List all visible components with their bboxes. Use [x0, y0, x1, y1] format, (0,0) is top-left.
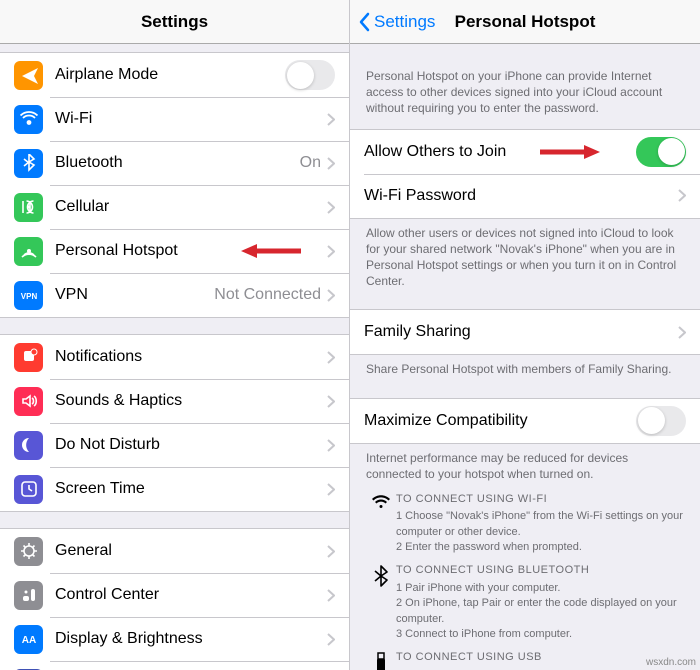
screentime-label: Screen Time: [55, 480, 327, 498]
sounds-icon: [14, 387, 43, 416]
hotspot-icon: [14, 237, 43, 266]
wifi-row[interactable]: Wi-Fi: [0, 97, 349, 141]
cellular-label: Cellular: [55, 198, 327, 216]
vpn-label: VPN: [55, 286, 214, 304]
sounds-label: Sounds & Haptics: [55, 392, 327, 410]
chevron-right-icon: [327, 589, 335, 602]
bluetooth-row[interactable]: BluetoothOn: [0, 141, 349, 185]
chevron-right-icon: [327, 395, 335, 408]
instruction-bluetooth: TO CONNECT USING BLUETOOTH 1 Pair iPhone…: [350, 557, 700, 644]
svg-text:AA: AA: [21, 635, 35, 646]
hotspot-title: Personal Hotspot: [455, 12, 596, 32]
general-label: General: [55, 542, 327, 560]
hotspot-header: Settings Personal Hotspot: [350, 0, 700, 44]
hotspot-content[interactable]: Personal Hotspot on your iPhone can prov…: [350, 44, 700, 670]
notifications-label: Notifications: [55, 348, 327, 366]
chevron-right-icon: [327, 545, 335, 558]
allow-others-label: Allow Others to Join: [364, 143, 636, 161]
intro-text: Personal Hotspot on your iPhone can prov…: [350, 62, 700, 121]
maximize-compat-row[interactable]: Maximize Compatibility: [350, 399, 700, 443]
back-label: Settings: [374, 12, 435, 32]
display-icon: AA: [14, 625, 43, 654]
settings-header: Settings: [0, 0, 349, 44]
family-note: Share Personal Hotspot with members of F…: [350, 355, 700, 381]
general-row[interactable]: General: [0, 529, 349, 573]
notifications-icon: [14, 343, 43, 372]
chevron-left-icon: [358, 12, 370, 32]
hotspot-row[interactable]: Personal Hotspot: [0, 229, 349, 273]
chevron-right-icon: [327, 245, 335, 258]
controlcenter-row[interactable]: Control Center: [0, 573, 349, 617]
wifi-icon: [366, 492, 396, 556]
settings-list[interactable]: Airplane Mode Wi-Fi BluetoothOn Cellular Per…: [0, 44, 349, 670]
chevron-right-icon: [678, 326, 686, 339]
cellular-icon: [14, 193, 43, 222]
airplane-icon: [14, 61, 43, 90]
svg-text:VPN: VPN: [20, 292, 37, 301]
screentime-row[interactable]: Screen Time: [0, 467, 349, 511]
chevron-right-icon: [327, 439, 335, 452]
general-icon: [14, 537, 43, 566]
sounds-row[interactable]: Sounds & Haptics: [0, 379, 349, 423]
maximize-compat-switch[interactable]: [636, 406, 686, 436]
airplane-switch[interactable]: [285, 60, 335, 90]
vpn-icon: VPN: [14, 281, 43, 310]
wifi-icon: [14, 105, 43, 134]
chevron-right-icon: [327, 483, 335, 496]
vpn-detail: Not Connected: [214, 286, 321, 304]
bluetooth-label: Bluetooth: [55, 154, 300, 172]
hotspot-label: Personal Hotspot: [55, 242, 327, 260]
compat-note: Internet performance may be reduced for …: [350, 444, 700, 486]
settings-panel: Settings Airplane Mode Wi-Fi BluetoothOn Ce…: [0, 0, 350, 670]
settings-title: Settings: [141, 12, 208, 32]
airplane-row[interactable]: Airplane Mode: [0, 53, 349, 97]
chevron-right-icon: [327, 113, 335, 126]
chevron-right-icon: [327, 633, 335, 646]
chevron-right-icon: [327, 157, 335, 170]
instruction-wifi: TO CONNECT USING WI-FI 1 Choose "Novak's…: [350, 486, 700, 558]
display-label: Display & Brightness: [55, 630, 327, 648]
screentime-icon: [14, 475, 43, 504]
controlcenter-label: Control Center: [55, 586, 327, 604]
chevron-right-icon: [678, 189, 686, 202]
controlcenter-icon: [14, 581, 43, 610]
homescreen-row[interactable]: Home Screen: [0, 661, 349, 670]
family-sharing-row[interactable]: Family Sharing: [350, 310, 700, 354]
wifi-password-label: Wi-Fi Password: [364, 187, 678, 205]
airplane-label: Airplane Mode: [55, 66, 285, 84]
cellular-row[interactable]: Cellular: [0, 185, 349, 229]
back-button[interactable]: Settings: [358, 12, 435, 32]
chevron-right-icon: [327, 289, 335, 302]
wifi-password-row[interactable]: Wi-Fi Password: [350, 174, 700, 218]
allow-note: Allow other users or devices not signed …: [350, 219, 700, 294]
usb-icon: [366, 650, 396, 670]
vpn-row[interactable]: VPNVPNNot Connected: [0, 273, 349, 317]
dnd-label: Do Not Disturb: [55, 436, 327, 454]
allow-others-row[interactable]: Allow Others to Join: [350, 130, 700, 174]
notifications-row[interactable]: Notifications: [0, 335, 349, 379]
bluetooth-icon: [366, 563, 396, 642]
dnd-row[interactable]: Do Not Disturb: [0, 423, 349, 467]
family-sharing-label: Family Sharing: [364, 323, 678, 341]
display-row[interactable]: AA Display & Brightness: [0, 617, 349, 661]
chevron-right-icon: [327, 201, 335, 214]
wifi-label: Wi-Fi: [55, 110, 327, 128]
bluetooth-icon: [14, 149, 43, 178]
bluetooth-detail: On: [300, 154, 321, 172]
chevron-right-icon: [327, 351, 335, 364]
watermark: wsxdn.com: [646, 657, 696, 668]
allow-others-switch[interactable]: [636, 137, 686, 167]
hotspot-panel: Settings Personal Hotspot Personal Hotsp…: [350, 0, 700, 670]
dnd-icon: [14, 431, 43, 460]
maximize-compat-label: Maximize Compatibility: [364, 412, 636, 430]
